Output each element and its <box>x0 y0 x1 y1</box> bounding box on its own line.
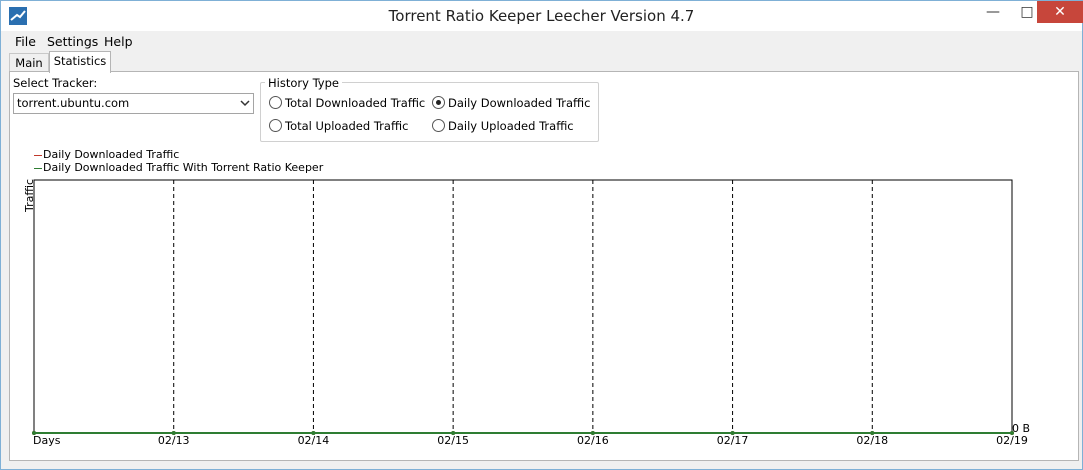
tab-strip: Main Statistics <box>1 51 1082 73</box>
menu-file[interactable]: File <box>15 34 36 49</box>
title-bar: Torrent Ratio Keeper Leecher Version 4.7… <box>1 1 1083 31</box>
x-tick-label: 02/16 <box>577 434 609 447</box>
x-tick-label: 02/17 <box>717 434 749 447</box>
minimize-button[interactable]: — <box>973 1 1013 23</box>
data-point <box>171 431 176 435</box>
app-window: Torrent Ratio Keeper Leecher Version 4.7… <box>0 0 1083 470</box>
menu-bar: File Settings Help <box>1 31 1082 51</box>
x-tick-label: 02/19 <box>996 434 1028 447</box>
statistics-panel: Select Tracker: torrent.ubuntu.com Histo… <box>9 71 1079 461</box>
tab-statistics[interactable]: Statistics <box>49 51 111 73</box>
menu-settings[interactable]: Settings <box>47 34 98 49</box>
traffic-chart: Traffic 0 B Days 02/13 02/14 02/15 02/16 02/… <box>23 179 1030 447</box>
data-point <box>451 431 456 435</box>
data-point <box>311 431 316 435</box>
data-point <box>870 431 875 435</box>
data-point <box>590 431 595 435</box>
x-axis-label: Days <box>33 434 61 447</box>
x-tick-label: 02/15 <box>437 434 469 447</box>
data-point <box>730 431 735 435</box>
data-point <box>32 431 36 435</box>
window-title: Torrent Ratio Keeper Leecher Version 4.7 <box>388 7 695 25</box>
tab-main[interactable]: Main <box>9 53 49 72</box>
x-tick-label: 02/14 <box>298 434 330 447</box>
data-point <box>1010 431 1014 435</box>
x-tick-label: 02/13 <box>158 434 190 447</box>
plot-area <box>33 179 1013 434</box>
x-tick-label: 02/18 <box>856 434 888 447</box>
menu-help[interactable]: Help <box>104 34 133 49</box>
close-button[interactable]: ✕ <box>1037 1 1083 23</box>
y-axis-label: Traffic <box>23 179 36 213</box>
